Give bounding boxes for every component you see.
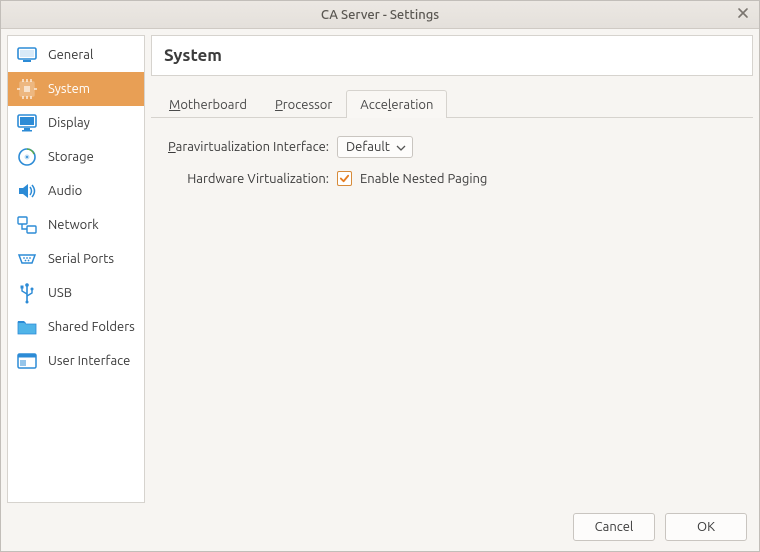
serial-port-icon — [16, 248, 38, 270]
tab-processor[interactable]: Processor — [261, 90, 346, 118]
sidebar-item-label: General — [48, 48, 93, 62]
usb-icon — [16, 282, 38, 304]
sidebar-item-label: User Interface — [48, 354, 130, 368]
sidebar-item-user-interface[interactable]: User Interface — [8, 344, 144, 378]
section-header: System — [151, 35, 753, 76]
sidebar-item-label: Shared Folders — [48, 320, 135, 334]
sidebar-item-storage[interactable]: Storage — [8, 140, 144, 174]
sidebar-item-label: Serial Ports — [48, 252, 114, 266]
category-sidebar: General System Display Storage — [7, 35, 145, 503]
settings-window: CA Server - Settings General System — [0, 0, 760, 552]
monitor-icon — [16, 44, 38, 66]
sidebar-item-network[interactable]: Network — [8, 208, 144, 242]
tab-acceleration[interactable]: Acceleration — [346, 90, 447, 118]
tab-bar: Motherboard Processor Acceleration — [151, 86, 753, 118]
section-title: System — [164, 46, 740, 65]
cancel-button[interactable]: Cancel — [573, 513, 655, 541]
paravirt-select[interactable]: Default — [337, 136, 413, 158]
hw-virt-label: Hardware Virtualization: — [159, 172, 329, 186]
disk-icon — [16, 146, 38, 168]
tab-content-acceleration: Paravirtualization Interface: Default Ha… — [151, 118, 753, 199]
sidebar-item-label: Audio — [48, 184, 82, 198]
display-icon — [16, 112, 38, 134]
paravirt-label: Paravirtualization Interface: — [159, 140, 329, 154]
chevron-down-icon — [396, 142, 406, 152]
titlebar: CA Server - Settings — [1, 1, 759, 29]
ok-button[interactable]: OK — [665, 513, 747, 541]
sidebar-item-label: Display — [48, 116, 90, 130]
folder-icon — [16, 316, 38, 338]
tab-motherboard[interactable]: Motherboard — [155, 90, 261, 118]
dialog-footer: Cancel OK — [1, 503, 759, 551]
sidebar-item-serial-ports[interactable]: Serial Ports — [8, 242, 144, 276]
nested-paging-label: Enable Nested Paging — [360, 172, 487, 186]
main-panel: System Motherboard Processor Acceleratio… — [151, 35, 753, 503]
sidebar-item-system[interactable]: System — [8, 72, 144, 106]
sidebar-item-label: Storage — [48, 150, 94, 164]
network-icon — [16, 214, 38, 236]
sidebar-item-usb[interactable]: USB — [8, 276, 144, 310]
window-close-button[interactable] — [735, 6, 751, 22]
nested-paging-checkbox[interactable] — [337, 171, 352, 186]
paravirt-value: Default — [346, 140, 390, 154]
close-icon — [737, 7, 749, 22]
sidebar-item-label: USB — [48, 286, 72, 300]
sidebar-item-shared-folders[interactable]: Shared Folders — [8, 310, 144, 344]
chip-icon — [16, 78, 38, 100]
window-title: CA Server - Settings — [321, 8, 439, 22]
speaker-icon — [16, 180, 38, 202]
window-layout-icon — [16, 350, 38, 372]
sidebar-item-display[interactable]: Display — [8, 106, 144, 140]
sidebar-item-label: System — [48, 82, 90, 96]
sidebar-item-audio[interactable]: Audio — [8, 174, 144, 208]
sidebar-item-general[interactable]: General — [8, 38, 144, 72]
sidebar-item-label: Network — [48, 218, 99, 232]
